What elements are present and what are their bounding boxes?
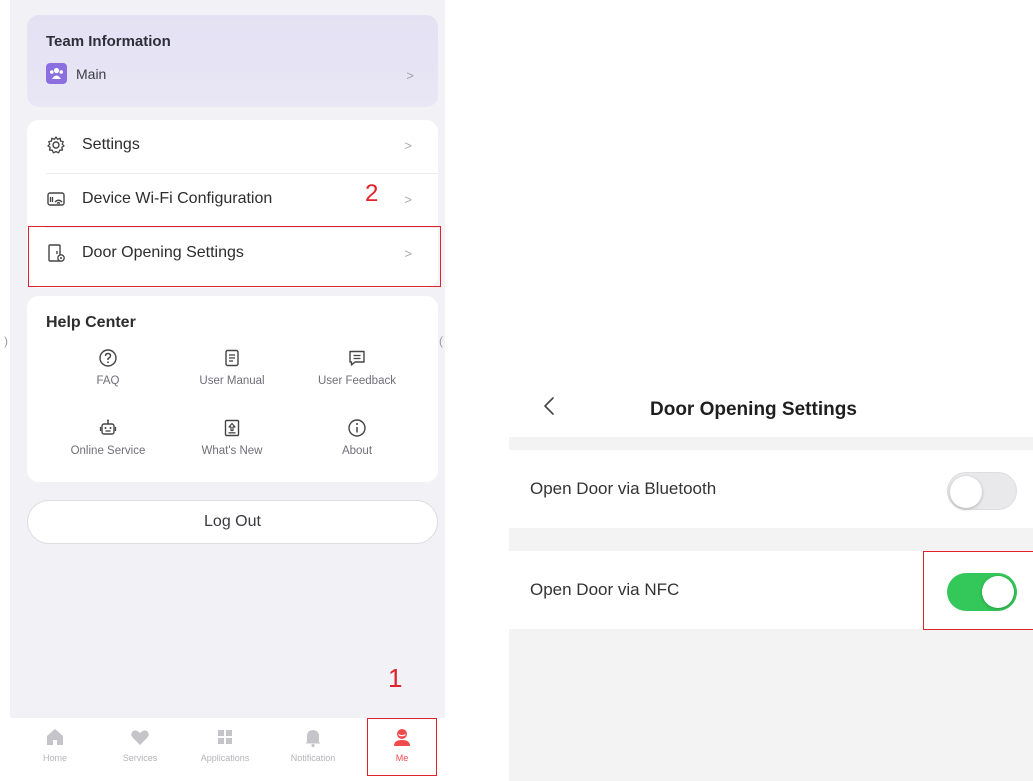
tab-label: Home [42, 753, 67, 763]
tab-services[interactable]: Services [101, 726, 179, 776]
chevron-right-icon: > [404, 192, 412, 207]
bottom-tab-bar: Home Services Applications Notification [10, 718, 445, 781]
info-icon [348, 419, 366, 437]
manual-icon [225, 349, 239, 367]
help-item-label: User Feedback [318, 375, 396, 387]
tab-home[interactable]: Home [16, 726, 94, 776]
step-1-annotation: 1 [388, 663, 403, 693]
toggle-knob [950, 476, 982, 508]
setting-row-bluetooth: Open Door via Bluetooth [509, 450, 1033, 528]
menu-item-label: Device Wi-Fi Configuration [82, 190, 273, 207]
setting-label: Open Door via NFC [530, 580, 680, 599]
door-opening-settings-highlight [28, 226, 441, 287]
bell-icon [305, 730, 321, 748]
help-item-user-feedback[interactable]: User Feedback [302, 348, 412, 404]
gear-icon [47, 136, 65, 154]
scroll-edge-mark: ) [4, 334, 8, 348]
grid-icon [218, 730, 232, 744]
scroll-edge-mark: ( [439, 334, 443, 348]
chevron-right-icon: > [404, 138, 412, 153]
tab-label: Notification [290, 753, 336, 763]
help-item-label: Online Service [70, 445, 146, 457]
tab-applications[interactable]: Applications [186, 726, 264, 776]
page-title: Door Opening Settings [650, 399, 857, 420]
menu-item-settings[interactable]: Settings > [27, 120, 438, 172]
heart-icon [131, 730, 149, 745]
menu-item-label: Settings [82, 136, 140, 153]
help-center-card: Help Center FAQ User Manual User Feedbac… [27, 296, 438, 482]
team-icon [46, 63, 67, 84]
team-information-card[interactable]: Team Information Main > [27, 15, 438, 107]
wifi-device-icon [47, 192, 65, 206]
help-item-label: FAQ [96, 375, 120, 387]
tab-label: Services [122, 753, 158, 763]
me-page-screen: Team Information Main > Settings > Devic… [10, 0, 445, 781]
help-center-title: Help Center [46, 314, 136, 331]
faq-icon [99, 349, 117, 367]
help-item-label: What's New [201, 445, 263, 457]
navigation-header: Door Opening Settings [509, 375, 1033, 437]
bluetooth-toggle[interactable] [947, 472, 1017, 510]
help-item-about[interactable]: About [302, 418, 412, 474]
help-item-label: About [341, 445, 373, 457]
feedback-icon [349, 350, 365, 366]
help-item-label: User Manual [199, 375, 265, 387]
step-2-annotation: 2 [365, 180, 379, 207]
team-name: Main [76, 66, 107, 82]
chevron-right-icon: > [406, 68, 414, 83]
log-out-button[interactable]: Log Out [27, 500, 438, 544]
robot-icon [99, 419, 117, 435]
team-information-title: Team Information [46, 33, 171, 50]
help-item-user-manual[interactable]: User Manual [177, 348, 287, 404]
door-opening-settings-screen: Door Opening Settings Open Door via Blue… [509, 375, 1033, 781]
home-icon [47, 729, 63, 745]
setting-label: Open Door via Bluetooth [530, 479, 717, 498]
help-item-whats-new[interactable]: What's New [177, 418, 287, 474]
back-arrow-icon[interactable] [540, 395, 558, 417]
nfc-toggle-highlight [923, 551, 1033, 630]
whats-new-icon [224, 419, 240, 437]
help-item-online-service[interactable]: Online Service [53, 418, 163, 474]
help-item-faq[interactable]: FAQ [53, 348, 163, 404]
tab-notification[interactable]: Notification [274, 726, 352, 776]
tab-me-highlight [367, 718, 437, 776]
tab-label: Applications [200, 753, 250, 763]
